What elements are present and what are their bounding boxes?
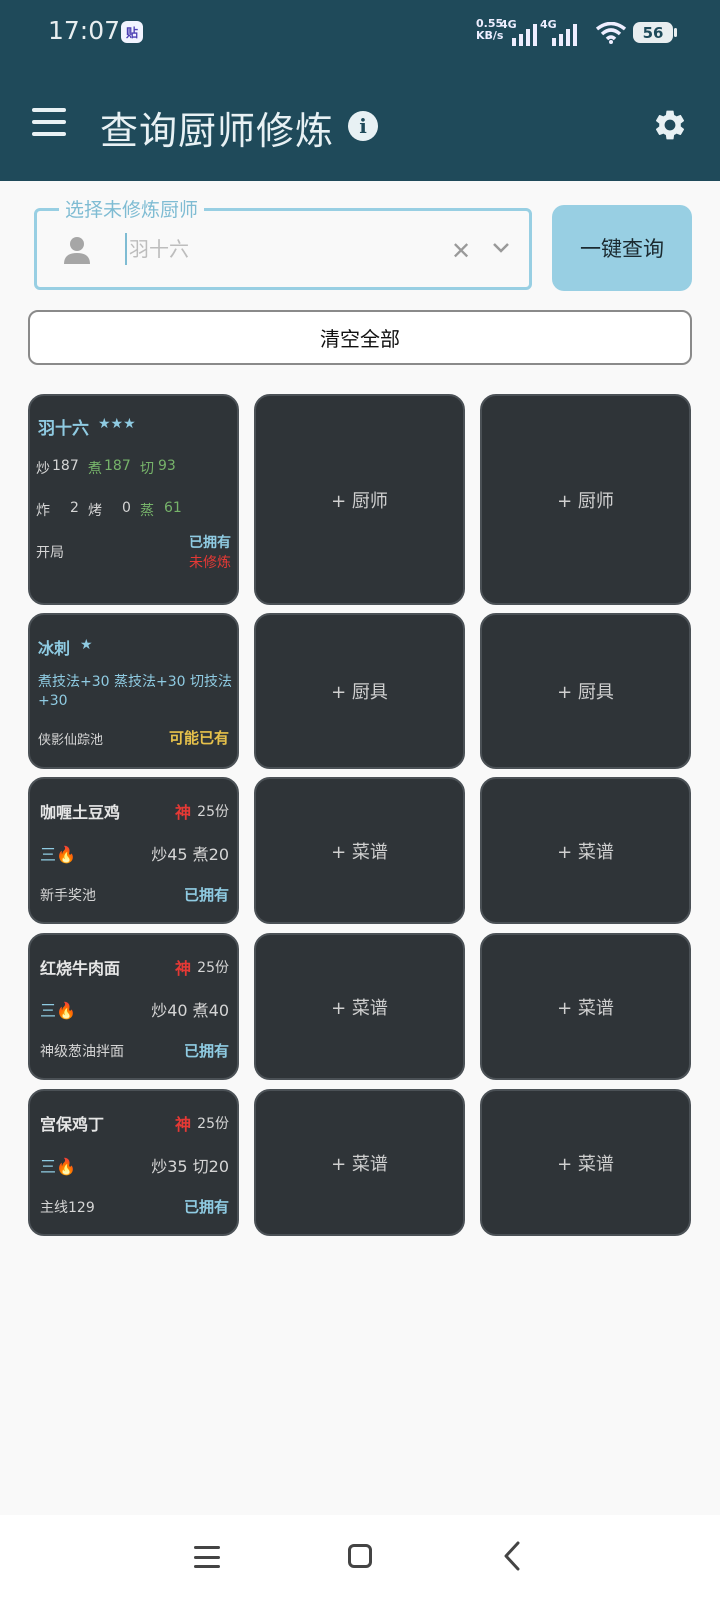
recipe-skills: 炒45 煮20 <box>151 845 229 864</box>
chef-card[interactable]: 羽十六 ★★★ 炒 187 煮 187 切 93 炸 2 烤 0 蒸 61 开局… <box>28 394 239 605</box>
back-icon[interactable] <box>502 1540 522 1572</box>
one-click-query-button[interactable]: 一键查询 <box>552 205 692 291</box>
equipment-effect: 煮技法+30 蒸技法+30 切技法+30 <box>38 674 232 709</box>
stat-value-stir: 187 <box>52 458 79 474</box>
chef-name: 羽十六 <box>38 419 89 439</box>
recipe-portions: 25份 <box>197 1116 229 1132</box>
gear-icon[interactable] <box>652 107 688 143</box>
close-icon[interactable]: ✕ <box>451 237 471 265</box>
recipe-heat: 三🔥 <box>40 1001 76 1020</box>
recipe-portions: 25份 <box>197 804 229 820</box>
recipe-source: 主线129 <box>40 1200 95 1216</box>
add-chef-slot[interactable]: + 厨师 <box>254 394 465 605</box>
recipe-heat: 三🔥 <box>40 1157 76 1176</box>
page-title: 查询厨师修炼 <box>100 109 335 153</box>
equipment-name: 冰刺 <box>38 639 71 658</box>
recipe-rank: 神 <box>175 1115 192 1134</box>
chef-source: 开局 <box>36 545 64 561</box>
add-recipe-slot[interactable]: + 菜谱 <box>480 933 691 1080</box>
add-equipment-slot[interactable]: + 厨具 <box>254 613 465 769</box>
stat-value-cut: 93 <box>158 458 176 474</box>
recipe-card[interactable]: 宫保鸡丁 神 25份 三🔥 炒35 切20 主线129 已拥有 <box>28 1089 239 1236</box>
recipe-name: 宫保鸡丁 <box>40 1115 105 1134</box>
add-recipe-slot[interactable]: + 菜谱 <box>480 777 691 924</box>
recipe-skills: 炒35 切20 <box>151 1157 229 1176</box>
add-recipe-slot[interactable]: + 菜谱 <box>254 933 465 1080</box>
add-equipment-slot[interactable]: + 厨具 <box>480 613 691 769</box>
equipment-stars: ★ <box>80 637 93 653</box>
recipe-rank: 神 <box>175 803 192 822</box>
maybe-owned-badge: 可能已有 <box>168 729 229 747</box>
owned-badge: 已拥有 <box>183 1198 229 1216</box>
recipe-card[interactable]: 红烧牛肉面 神 25份 三🔥 炒40 煮40 神级葱油拌面 已拥有 <box>28 933 239 1080</box>
recipe-heat: 三🔥 <box>40 845 76 864</box>
network-speed-unit: KB/s <box>476 29 504 42</box>
recipe-portions: 25份 <box>197 960 229 976</box>
recipe-skills: 炒40 煮40 <box>151 1001 229 1020</box>
chevron-down-icon[interactable] <box>489 235 513 259</box>
menu-icon[interactable] <box>32 108 66 136</box>
chef-select-field[interactable]: 选择未修炼厨师 ✕ <box>34 195 532 290</box>
stat-label-boil: 煮 <box>88 461 102 477</box>
wifi-icon <box>595 22 627 44</box>
info-icon[interactable]: i <box>348 111 378 141</box>
status-time: 17:07 <box>48 16 121 45</box>
stat-value-boil: 187 <box>104 458 131 474</box>
recipe-rank: 神 <box>175 959 192 978</box>
status-bar: 17:07 贴 0.55 KB/s 4G 4G 56 <box>0 0 720 64</box>
recipe-source: 神级葱油拌面 <box>40 1044 124 1060</box>
stat-value-fry: 2 <box>70 500 79 516</box>
owned-badge: 已拥有 <box>189 535 231 551</box>
app-bar: 17:07 贴 0.55 KB/s 4G 4G 56 查询厨师修炼 i <box>0 0 720 181</box>
recipe-name: 红烧牛肉面 <box>40 959 121 978</box>
clear-all-button[interactable]: 清空全部 <box>28 310 692 365</box>
stat-label-stir: 炒 <box>36 461 50 477</box>
home-icon[interactable] <box>348 1544 372 1568</box>
recipe-source: 新手奖池 <box>40 888 96 904</box>
person-icon <box>64 237 90 264</box>
add-recipe-slot[interactable]: + 菜谱 <box>480 1089 691 1236</box>
chef-search-input[interactable] <box>125 233 425 265</box>
chef-stars: ★★★ <box>98 416 136 432</box>
chef-select-label: 选择未修炼厨师 <box>59 195 205 222</box>
owned-badge: 已拥有 <box>183 886 229 904</box>
stat-value-steam: 61 <box>164 500 182 516</box>
owned-badge: 已拥有 <box>183 1042 229 1060</box>
add-recipe-slot[interactable]: + 菜谱 <box>254 777 465 924</box>
add-chef-slot[interactable]: + 厨师 <box>480 394 691 605</box>
equipment-source: 侠影仙踪池 <box>38 733 104 748</box>
recents-icon[interactable] <box>194 1546 220 1568</box>
recipe-name: 咖喱土豆鸡 <box>40 803 121 822</box>
stat-label-cut: 切 <box>140 461 154 477</box>
stat-value-roast: 0 <box>122 500 131 516</box>
notification-app-icon: 贴 <box>121 21 143 43</box>
add-recipe-slot[interactable]: + 菜谱 <box>254 1089 465 1236</box>
battery-icon: 56 <box>633 22 677 43</box>
recipe-card[interactable]: 咖喱土豆鸡 神 25份 三🔥 炒45 煮20 新手奖池 已拥有 <box>28 777 239 924</box>
equipment-card[interactable]: 冰刺 ★ 煮技法+30 蒸技法+30 切技法+30 侠影仙踪池 可能已有 <box>28 613 239 769</box>
stat-label-fry: 炸 <box>36 503 50 519</box>
stat-label-roast: 烤 <box>88 503 102 519</box>
stat-label-steam: 蒸 <box>140 503 154 519</box>
not-trained-badge: 未修炼 <box>189 555 231 571</box>
